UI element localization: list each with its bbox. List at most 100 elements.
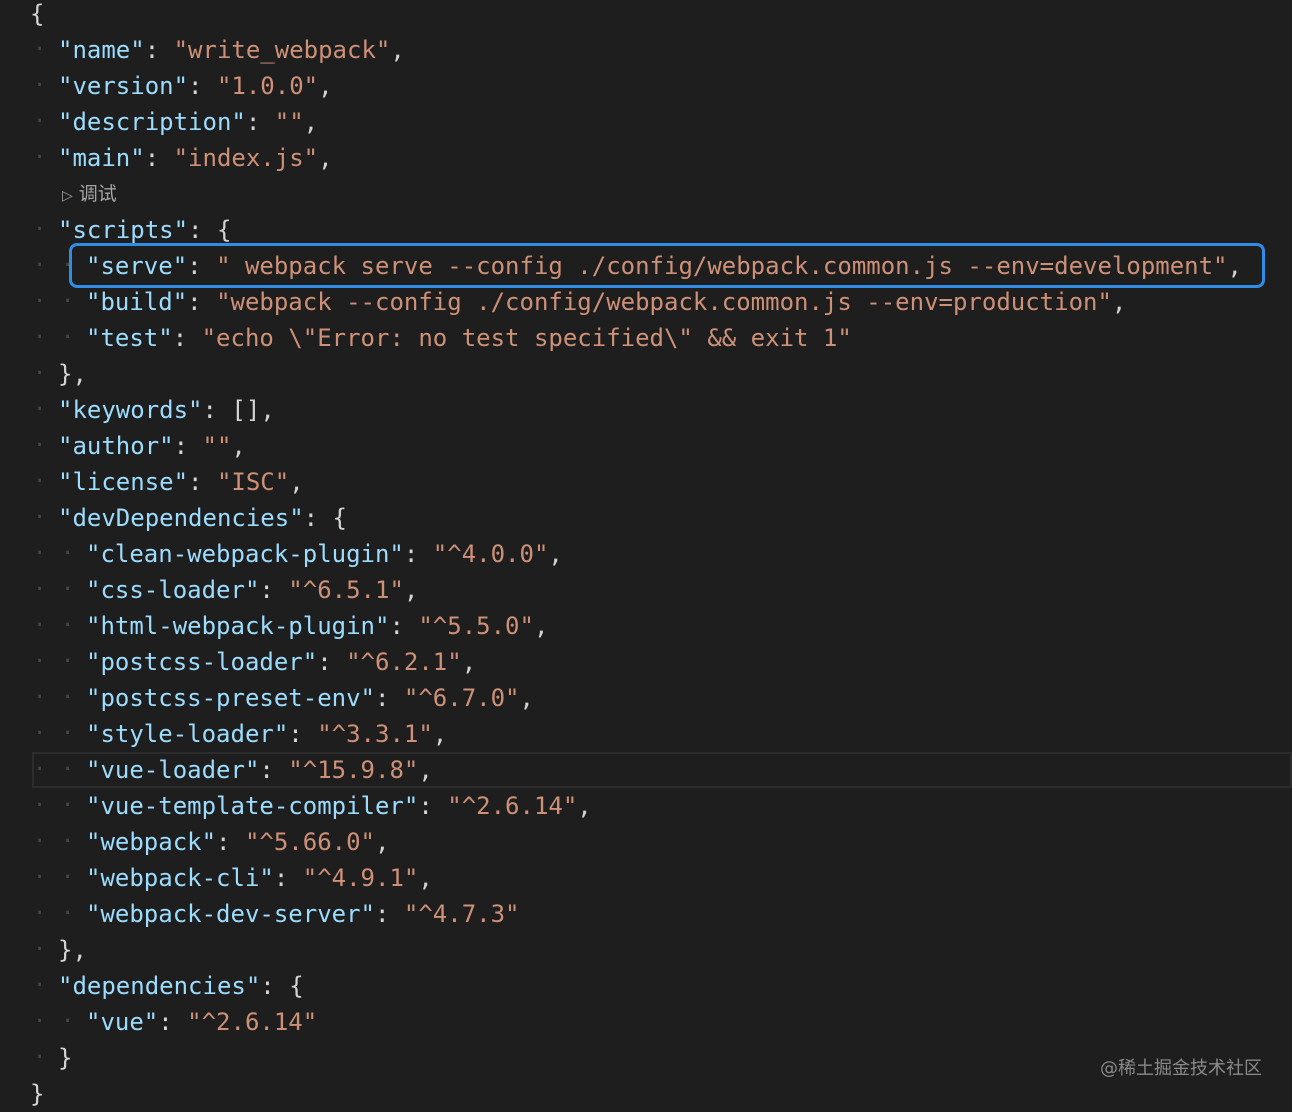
indent-guide — [30, 356, 58, 392]
indent-guide — [58, 284, 86, 320]
json-string-value: "^6.5.1" — [288, 576, 404, 604]
json-array-value: [] — [231, 396, 261, 424]
indent-guide — [58, 788, 86, 824]
dev-dependency-entry[interactable]: "webpack": "^5.66.0", — [0, 824, 1292, 860]
json-string-value: "^3.3.1" — [317, 720, 433, 748]
indent-guide — [30, 788, 58, 824]
json-string-value: "webpack --config ./config/webpack.commo… — [216, 288, 1112, 316]
indent-guide — [30, 644, 58, 680]
json-key: "keywords" — [58, 396, 203, 424]
indent-guide — [30, 284, 58, 320]
code-line-6[interactable]: "scripts": { — [0, 212, 1292, 248]
json-key: "devDependencies" — [58, 504, 304, 532]
dev-dependency-entry[interactable]: "html-webpack-plugin": "^5.5.0", — [0, 608, 1292, 644]
indent-guide — [58, 680, 86, 716]
indent-guide — [30, 716, 58, 752]
indent-guide — [30, 464, 58, 500]
indent-guide — [58, 608, 86, 644]
code-editor[interactable]: { "name": "write_webpack", "version": "1… — [0, 0, 1292, 1112]
indent-guide — [30, 1040, 58, 1076]
json-key: "main" — [58, 144, 145, 172]
indent-guide — [30, 68, 58, 104]
indent-guide — [30, 392, 58, 428]
json-key: "webpack-cli" — [86, 864, 274, 892]
code-line-3[interactable]: "version": "1.0.0", — [0, 68, 1292, 104]
json-string-value: "^4.0.0" — [432, 540, 549, 568]
code-line-4[interactable]: "description": "", — [0, 104, 1292, 140]
json-string-value: "write_webpack" — [173, 36, 391, 64]
dev-dependency-entry[interactable]: "webpack-cli": "^4.9.1", — [0, 860, 1292, 896]
dependency-entry[interactable]: "vue": "^2.6.14" — [0, 1004, 1292, 1040]
json-string-value: "echo \"Error: no test specified\" && ex… — [201, 324, 852, 352]
script-entry[interactable]: "build": "webpack --config ./config/webp… — [0, 284, 1292, 320]
scripts-block: "serve": " webpack serve --config ./conf… — [0, 248, 1292, 356]
open-brace: { — [30, 0, 45, 28]
json-string-value: "index.js" — [173, 144, 319, 172]
json-key: "postcss-loader" — [86, 648, 318, 676]
indent-guide — [30, 752, 58, 788]
indent-guide — [58, 320, 86, 356]
code-line-13[interactable]: "license": "ISC", — [0, 464, 1292, 500]
code-line-2[interactable]: "name": "write_webpack", — [0, 32, 1292, 68]
code-line-14[interactable]: "devDependencies": { — [0, 500, 1292, 536]
indent-guide — [30, 320, 58, 356]
script-entry[interactable]: "serve": " webpack serve --config ./conf… — [0, 248, 1292, 284]
json-key: "postcss-preset-env" — [86, 684, 375, 712]
json-key: "serve" — [86, 252, 188, 280]
code-line-27[interactable]: "dependencies": { — [0, 968, 1292, 1004]
play-icon: ▷ — [62, 188, 73, 204]
code-line-29[interactable]: } — [0, 1040, 1292, 1076]
dev-dependency-entry[interactable]: "webpack-dev-server": "^4.7.3" — [0, 896, 1292, 932]
json-string-value: " webpack serve --config ./config/webpac… — [216, 252, 1228, 280]
indent-guide — [58, 644, 86, 680]
dev-dependency-entry[interactable]: "clean-webpack-plugin": "^4.0.0", — [0, 536, 1292, 572]
json-key: "build" — [86, 288, 188, 316]
indent-guide — [30, 536, 58, 572]
indent-guide — [30, 104, 58, 140]
indent-guide — [30, 32, 58, 68]
json-string-value: "^6.7.0" — [403, 684, 520, 712]
json-key: "vue-template-compiler" — [86, 792, 419, 820]
debug-codelens[interactable]: ▷ 调试 — [0, 176, 1292, 212]
json-string-value: "" — [202, 432, 232, 460]
watermark: @稀土掘金技术社区 — [1100, 1058, 1262, 1079]
close-brace: } — [30, 1080, 45, 1108]
json-key: "webpack-dev-server" — [86, 900, 375, 928]
json-string-value: "^6.2.1" — [346, 648, 462, 676]
indent-guide — [30, 212, 58, 248]
code-line-5[interactable]: "main": "index.js", — [0, 140, 1292, 176]
code-line-10[interactable]: }, — [0, 356, 1292, 392]
json-key: "style-loader" — [86, 720, 289, 748]
indent-guide — [58, 536, 86, 572]
indent-guide — [30, 824, 58, 860]
indent-guide — [58, 824, 86, 860]
dev-dependency-entry[interactable]: "postcss-loader": "^6.2.1", — [0, 644, 1292, 680]
json-key: "description" — [58, 108, 246, 136]
indent-guide — [58, 716, 86, 752]
dev-dependency-entry[interactable]: "vue-loader": "^15.9.8", — [0, 752, 1292, 788]
code-line-1[interactable]: { — [0, 0, 1292, 32]
indent-guide — [30, 572, 58, 608]
indent-guide — [58, 752, 86, 788]
indent-guide — [30, 140, 58, 176]
indent-guide — [30, 1004, 58, 1040]
dev-dependency-entry[interactable]: "css-loader": "^6.5.1", — [0, 572, 1292, 608]
dev-dependency-entry[interactable]: "postcss-preset-env": "^6.7.0", — [0, 680, 1292, 716]
indent-guide — [30, 896, 58, 932]
json-string-value: "" — [274, 108, 304, 136]
debug-codelens-label[interactable]: 调试 — [79, 183, 117, 205]
json-key: "dependencies" — [58, 972, 261, 1000]
code-line-30[interactable]: } — [0, 1076, 1292, 1112]
json-string-value: "^4.7.3" — [403, 900, 520, 928]
code-line-12[interactable]: "author": "", — [0, 428, 1292, 464]
json-string-value: "^2.6.14" — [187, 1008, 318, 1036]
code-line-26[interactable]: }, — [0, 932, 1292, 968]
json-key: "license" — [58, 468, 189, 496]
indent-guide — [30, 608, 58, 644]
indent-guide — [30, 932, 58, 968]
dev-dependency-entry[interactable]: "vue-template-compiler": "^2.6.14", — [0, 788, 1292, 824]
script-entry[interactable]: "test": "echo \"Error: no test specified… — [0, 320, 1292, 356]
indent-guide — [30, 680, 58, 716]
code-line-11[interactable]: "keywords": [], — [0, 392, 1292, 428]
dev-dependency-entry[interactable]: "style-loader": "^3.3.1", — [0, 716, 1292, 752]
